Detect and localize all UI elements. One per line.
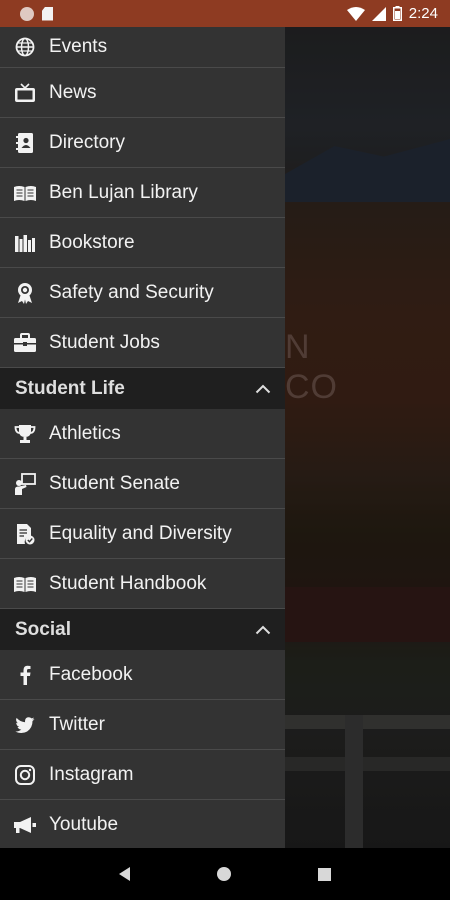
background-photo[interactable]: N CO [285,27,450,848]
drawer-item-label: Youtube [49,813,119,835]
trophy-icon [0,424,49,444]
open-book-icon [0,575,49,593]
status-bar: 2:24 [0,0,450,27]
navigation-drawer: Events News Directory Ben Lujan Library … [0,27,285,848]
drawer-item-facebook[interactable]: Facebook [0,650,285,700]
sd-card-icon [42,6,53,21]
drawer-item-student-senate[interactable]: Student Senate [0,459,285,509]
document-check-icon [0,523,49,545]
briefcase-icon [0,332,49,353]
drawer-item-label: Bookstore [49,231,135,253]
badge-ribbon-icon [0,282,49,304]
signal-icon [371,6,386,21]
drawer-item-label: Student Senate [49,472,180,494]
chevron-up-icon[interactable] [255,625,271,635]
drawer-item-youtube[interactable]: Youtube [0,800,285,848]
drawer-item-label: Twitter [49,713,105,735]
drawer-item-label: Student Jobs [49,331,160,353]
section-title: Social [15,618,71,640]
drawer-item-bookstore[interactable]: Bookstore [0,218,285,268]
scrim [285,27,450,848]
drawer-item-label: Equality and Diversity [49,522,232,544]
drawer-item-label: Instagram [49,763,134,785]
battery-icon [392,6,402,21]
section-header-social[interactable]: Social [0,609,285,650]
drawer-item-label: Facebook [49,663,133,685]
drawer-item-athletics[interactable]: Athletics [0,409,285,459]
drawer-item-instagram[interactable]: Instagram [0,750,285,800]
recent-apps-icon[interactable] [318,867,332,881]
twitter-icon [0,716,49,733]
system-navigation-bar [0,848,450,900]
facebook-icon [0,665,49,685]
books-icon [0,234,49,252]
drawer-item-label: News [49,81,97,103]
drawer-item-directory[interactable]: Directory [0,118,285,168]
contacts-book-icon [0,132,49,154]
clock: 2:24 [408,5,438,22]
drawer-item-news[interactable]: News [0,68,285,118]
globe-icon [0,37,49,57]
instagram-icon [0,764,49,785]
presenter-icon [0,472,49,495]
open-book-icon [0,184,49,202]
drawer-item-label: Athletics [49,422,121,444]
wifi-icon [346,6,365,21]
tv-icon [0,82,49,103]
section-header-student-life[interactable]: Student Life [0,368,285,409]
drawer-item-label: Events [49,36,108,57]
drawer-item-twitter[interactable]: Twitter [0,700,285,750]
megaphone-icon [0,816,49,834]
back-icon[interactable] [118,867,130,881]
drawer-item-equality-and-diversity[interactable]: Equality and Diversity [0,509,285,559]
drawer-item-ben-lujan-library[interactable]: Ben Lujan Library [0,168,285,218]
drawer-item-student-jobs[interactable]: Student Jobs [0,318,285,368]
drawer-item-safety-and-security[interactable]: Safety and Security [0,268,285,318]
drawer-item-label: Student Handbook [49,572,207,594]
drawer-item-student-handbook[interactable]: Student Handbook [0,559,285,609]
home-icon[interactable] [216,867,231,881]
drawer-item-label: Safety and Security [49,281,214,303]
drawer-item-events[interactable]: Events [0,27,285,68]
notification-dot-icon [20,6,34,21]
drawer-item-label: Directory [49,131,126,153]
section-title: Student Life [15,377,125,399]
chevron-up-icon[interactable] [255,384,271,394]
status-left [0,6,53,21]
status-right: 2:24 [346,0,438,27]
drawer-item-label: Ben Lujan Library [49,181,198,203]
